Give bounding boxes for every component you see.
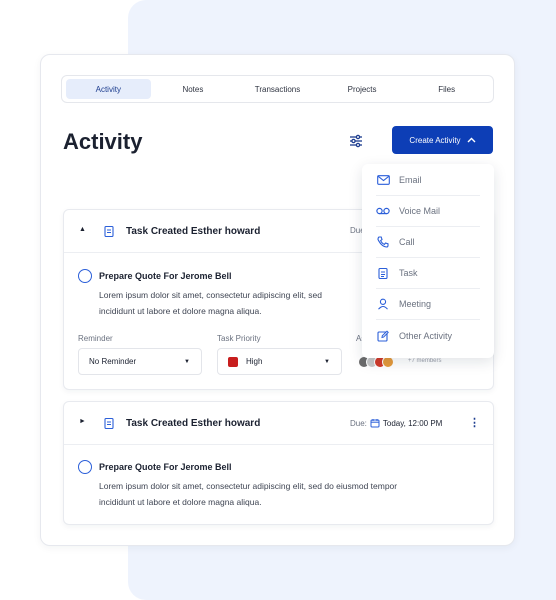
clipboard-icon [104,416,114,434]
due-label-text: Due: [350,418,367,428]
task-item-description: Lorem ipsum dolor sit amet, consectetur … [99,478,479,510]
menu-item-label: Task [399,268,418,278]
chevron-down-icon: ▼ [184,358,190,365]
tab-projects[interactable]: Projects [320,79,405,99]
create-activity-button[interactable]: Create Activity [392,126,493,154]
menu-item-call[interactable]: Call [376,227,480,258]
task-desc-line-2: incididunt ut labore et dolore magna ali… [99,497,262,507]
task-item-title: Prepare Quote For Jerome Bell [99,271,232,281]
task-header: ► Task Created Esther howard Due: Today,… [64,402,493,445]
clipboard-icon [376,266,390,280]
expand-caret-icon[interactable]: ► [79,418,86,425]
task-card: ► Task Created Esther howard Due: Today,… [63,401,494,525]
task-item-title: Prepare Quote For Jerome Bell [99,462,232,472]
user-icon [376,297,390,311]
due-date-value: Today, 12:00 PM [382,418,443,428]
page-title: Activity [63,129,143,154]
task-complete-radio[interactable] [78,460,92,474]
create-activity-label: Create Activity [409,135,461,145]
priority-color-swatch [228,356,238,367]
sliders-icon [350,134,362,148]
menu-item-email[interactable]: Email [376,165,480,196]
menu-item-voice-mail[interactable]: Voice Mail [376,196,480,227]
members-count: +7 members [408,358,442,364]
menu-item-label: Voice Mail [399,206,441,216]
phone-icon [376,235,390,249]
tab-notes[interactable]: Notes [151,79,236,99]
mail-icon [376,173,390,187]
menu-item-task[interactable]: Task [376,258,480,289]
menu-item-other-activity[interactable]: Other Activity [376,320,480,351]
chevron-down-icon: ▼ [324,358,330,365]
calendar-icon [370,419,380,428]
due-date: Due: Today, 12:00 PM [350,418,442,428]
priority-value: High [246,357,263,366]
menu-item-label: Other Activity [399,330,453,341]
filter-button[interactable] [347,132,365,150]
tab-activity[interactable]: Activity [66,79,151,99]
more-options-icon[interactable]: ⋮ [469,416,480,429]
chevron-up-icon [467,137,476,143]
create-activity-menu: Email Voice Mail Call Task Meeting Other… [362,164,494,358]
task-complete-radio[interactable] [78,269,92,283]
clipboard-icon [104,224,114,242]
menu-item-label: Call [399,237,415,247]
task-desc-line-1: Lorem ipsum dolor sit amet, consectetur … [99,481,398,491]
task-title: Task Created Esther howard [126,226,261,237]
tab-bar: Activity Notes Transactions Projects Fil… [61,75,494,103]
collapse-caret-icon[interactable]: ▲ [79,226,86,233]
reminder-value: No Reminder [89,357,137,366]
menu-item-label: Meeting [399,299,432,309]
voicemail-icon [376,204,390,218]
reminder-select[interactable]: No Reminder ▼ [78,348,202,375]
priority-select[interactable]: High ▼ [217,348,342,375]
edit-icon [376,329,390,343]
tab-transactions[interactable]: Transactions [235,79,320,99]
menu-item-label: Email [399,175,422,185]
tab-files[interactable]: Files [404,79,489,99]
reminder-label: Reminder [78,334,113,343]
menu-item-meeting[interactable]: Meeting [376,289,480,320]
task-title: Task Created Esther howard [126,418,261,429]
priority-label: Task Priority [217,334,261,343]
